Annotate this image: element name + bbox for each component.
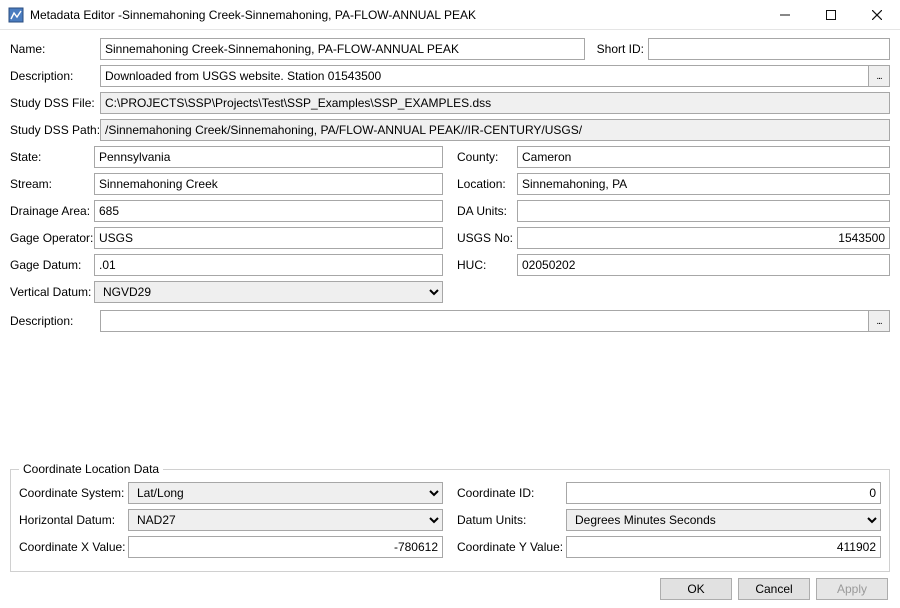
- coordinate-group-title: Coordinate Location Data: [19, 462, 163, 476]
- description2-label: Description:: [10, 314, 96, 328]
- gage-datum-field[interactable]: [94, 254, 443, 276]
- coord-id-field[interactable]: [566, 482, 881, 504]
- minimize-button[interactable]: [762, 0, 808, 30]
- titlebar: Metadata Editor -Sinnemahoning Creek-Sin…: [0, 0, 900, 30]
- da-units-field[interactable]: [517, 200, 890, 222]
- description-field[interactable]: [100, 65, 868, 87]
- ellipsis-icon: ...: [876, 316, 881, 327]
- vertical-datum-select[interactable]: NGVD29: [94, 281, 443, 303]
- usgs-no-label: USGS No:: [457, 231, 513, 245]
- drainage-area-field[interactable]: [94, 200, 443, 222]
- description-expand-button[interactable]: ...: [868, 65, 890, 87]
- gage-datum-label: Gage Datum:: [10, 258, 90, 272]
- name-field[interactable]: [100, 38, 585, 60]
- description2-field[interactable]: [100, 310, 868, 332]
- apply-button[interactable]: Apply: [816, 578, 888, 600]
- study-dss-path-field: [100, 119, 890, 141]
- app-icon: [8, 7, 24, 23]
- description-label: Description:: [10, 69, 96, 83]
- state-field[interactable]: [94, 146, 443, 168]
- state-label: State:: [10, 150, 90, 164]
- form-content: Name: Short ID: Description: ... Study D…: [0, 30, 900, 608]
- horiz-datum-label: Horizontal Datum:: [19, 513, 124, 527]
- cancel-button[interactable]: Cancel: [738, 578, 810, 600]
- short-id-field[interactable]: [648, 38, 890, 60]
- vertical-datum-label: Vertical Datum:: [10, 285, 90, 299]
- location-label: Location:: [457, 177, 513, 191]
- location-field[interactable]: [517, 173, 890, 195]
- county-label: County:: [457, 150, 513, 164]
- gage-operator-field[interactable]: [94, 227, 443, 249]
- coord-y-label: Coordinate Y Value:: [457, 540, 562, 554]
- study-dss-file-label: Study DSS File:: [10, 96, 96, 110]
- close-button[interactable]: [854, 0, 900, 30]
- description2-expand-button[interactable]: ...: [868, 310, 890, 332]
- da-units-label: DA Units:: [457, 204, 513, 218]
- spacer: [10, 337, 890, 462]
- huc-label: HUC:: [457, 258, 513, 272]
- county-field[interactable]: [517, 146, 890, 168]
- gage-operator-label: Gage Operator:: [10, 231, 90, 245]
- stream-label: Stream:: [10, 177, 90, 191]
- dialog-footer: OK Cancel Apply: [10, 578, 890, 600]
- coord-x-label: Coordinate X Value:: [19, 540, 124, 554]
- name-label: Name:: [10, 42, 96, 56]
- coord-system-select[interactable]: Lat/Long: [128, 482, 443, 504]
- short-id-label: Short ID:: [597, 42, 644, 56]
- ok-button[interactable]: OK: [660, 578, 732, 600]
- study-dss-file-field: [100, 92, 890, 114]
- stream-field[interactable]: [94, 173, 443, 195]
- horiz-datum-select[interactable]: NAD27: [128, 509, 443, 531]
- study-dss-path-label: Study DSS Path:: [10, 123, 96, 137]
- huc-field[interactable]: [517, 254, 890, 276]
- datum-units-select[interactable]: Degrees Minutes Seconds: [566, 509, 881, 531]
- datum-units-label: Datum Units:: [457, 513, 562, 527]
- coord-x-field[interactable]: [128, 536, 443, 558]
- drainage-area-label: Drainage Area:: [10, 204, 90, 218]
- ellipsis-icon: ...: [876, 71, 881, 82]
- maximize-button[interactable]: [808, 0, 854, 30]
- coord-system-label: Coordinate System:: [19, 486, 124, 500]
- window-title: Metadata Editor -Sinnemahoning Creek-Sin…: [30, 8, 476, 22]
- coord-id-label: Coordinate ID:: [457, 486, 562, 500]
- coordinate-group: Coordinate Location Data Coordinate Syst…: [10, 462, 890, 572]
- usgs-no-field[interactable]: [517, 227, 890, 249]
- coord-y-field[interactable]: [566, 536, 881, 558]
